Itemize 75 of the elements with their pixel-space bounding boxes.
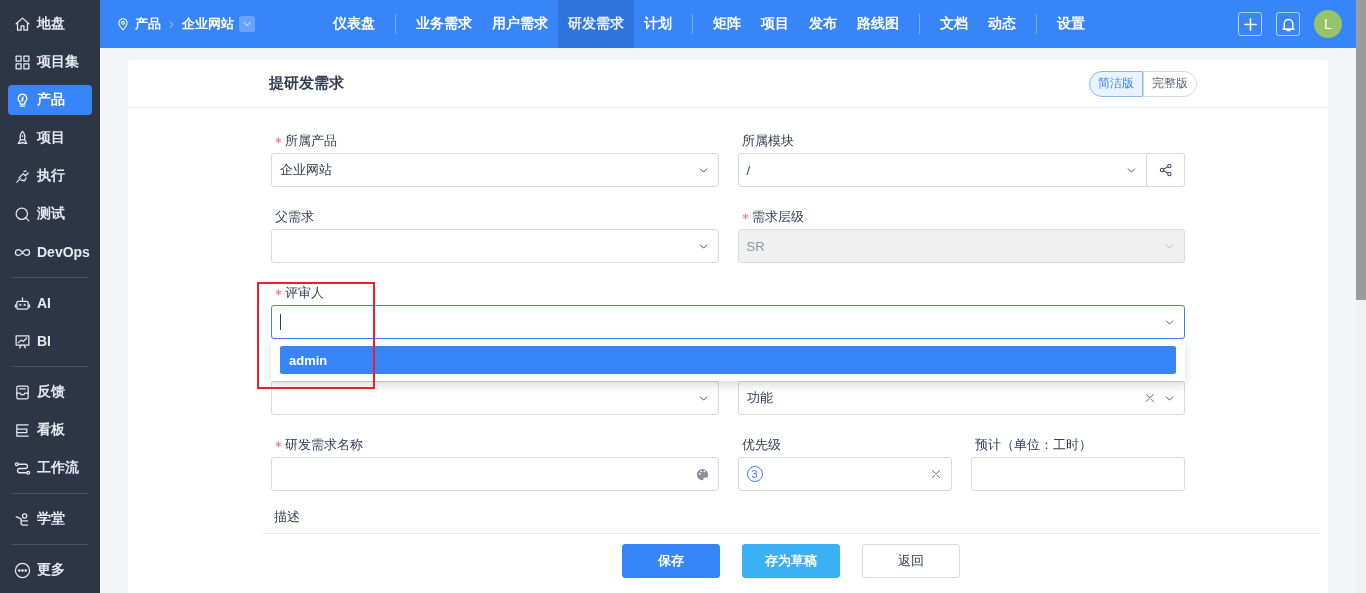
- nav-tab[interactable]: 业务需求: [406, 0, 482, 48]
- field-label: 父需求: [275, 207, 314, 226]
- text-cursor: [280, 314, 281, 330]
- nav-tab[interactable]: 计划: [634, 0, 682, 48]
- field-label: 描述: [274, 509, 300, 524]
- palette-icon[interactable]: [694, 466, 710, 482]
- chart-board-icon: [14, 332, 31, 350]
- form-button[interactable]: 保存: [622, 543, 720, 578]
- form-button[interactable]: 存为草稿: [742, 543, 840, 578]
- dropdown-option[interactable]: admin: [280, 346, 1176, 374]
- select-field[interactable]: 企业网站: [271, 153, 719, 187]
- mode-tab[interactable]: 完整版: [1143, 70, 1197, 97]
- clear-icon[interactable]: [1143, 391, 1157, 405]
- form-button[interactable]: 返回: [862, 543, 960, 578]
- sidebar-item[interactable]: 执行: [8, 161, 92, 191]
- sidebar-item[interactable]: 地盘: [8, 9, 92, 39]
- field-label: 评审人: [285, 283, 324, 302]
- inbox-icon: [14, 383, 31, 401]
- location-pin-icon: [116, 17, 130, 31]
- nav-tab[interactable]: 仪表盘: [323, 0, 385, 48]
- robot-icon: [14, 294, 31, 312]
- sidebar-item[interactable]: AI: [8, 288, 92, 318]
- breadcrumb-link[interactable]: 企业网站: [182, 15, 234, 33]
- sidebar-item[interactable]: DevOps: [8, 237, 92, 267]
- nav-tab[interactable]: 设置: [1047, 0, 1095, 48]
- nav-tab[interactable]: 文档: [930, 0, 978, 48]
- nav-tab[interactable]: 动态: [978, 0, 1026, 48]
- field-label: 所属产品: [285, 131, 337, 150]
- sidebar-item[interactable]: 学堂: [8, 504, 92, 534]
- select-field[interactable]: [271, 305, 1185, 339]
- sidebar-item[interactable]: 项目: [8, 123, 92, 153]
- plus-icon: [1241, 15, 1259, 33]
- grid-icon: [14, 53, 31, 71]
- add-button[interactable]: [1238, 12, 1262, 36]
- board-icon: [14, 421, 31, 439]
- user-avatar[interactable]: L: [1314, 10, 1342, 38]
- nav-tab[interactable]: 路线图: [847, 0, 909, 48]
- sidebar-item[interactable]: 测试: [8, 199, 92, 229]
- form-title: 提研发需求: [269, 74, 344, 93]
- text-field[interactable]: [970, 457, 1185, 491]
- select-field[interactable]: 3: [737, 457, 952, 491]
- field-label: 预计（单位：工时）: [974, 435, 1092, 454]
- home-icon: [14, 15, 31, 33]
- nav-tab[interactable]: 发布: [799, 0, 847, 48]
- scrollbar[interactable]: [1356, 0, 1366, 593]
- breadcrumb-link[interactable]: 产品: [135, 15, 161, 33]
- student-icon: [14, 510, 31, 528]
- notification-button[interactable]: [1276, 12, 1300, 36]
- sidebar-item[interactable]: 反馈: [8, 377, 92, 407]
- mode-tab[interactable]: 简洁版: [1089, 70, 1143, 97]
- nav-tab[interactable]: 项目: [751, 0, 799, 48]
- field-label: 优先级: [741, 435, 781, 454]
- text-field[interactable]: [271, 457, 719, 491]
- sidebar-item[interactable]: 看板: [8, 415, 92, 445]
- nav-tab[interactable]: 矩阵: [703, 0, 751, 48]
- sidebar-item[interactable]: 项目集: [8, 47, 92, 77]
- sidebar-item[interactable]: 更多: [8, 555, 92, 585]
- sidebar-item[interactable]: 工作流: [8, 453, 92, 483]
- scrollbar-thumb[interactable]: [1356, 0, 1366, 300]
- nav-tab[interactable]: 研发需求: [558, 0, 634, 48]
- share-button[interactable]: [1147, 153, 1185, 187]
- workflow-icon: [14, 459, 31, 477]
- dropdown-toggle[interactable]: [239, 16, 255, 32]
- field-label: 研发需求名称: [285, 435, 363, 454]
- more-icon: [14, 561, 31, 579]
- sidebar-item[interactable]: BI: [8, 326, 92, 356]
- field-label: 需求层级: [751, 207, 804, 226]
- select-field[interactable]: /: [737, 153, 1147, 187]
- share-icon: [1157, 162, 1174, 178]
- runner-icon: [14, 167, 31, 185]
- sidebar-item[interactable]: 产品: [8, 85, 92, 115]
- nav-tab[interactable]: 用户需求: [482, 0, 558, 48]
- select-field[interactable]: 功能: [737, 381, 1185, 415]
- search-icon: [14, 205, 31, 223]
- field-label: 所属模块: [741, 131, 794, 150]
